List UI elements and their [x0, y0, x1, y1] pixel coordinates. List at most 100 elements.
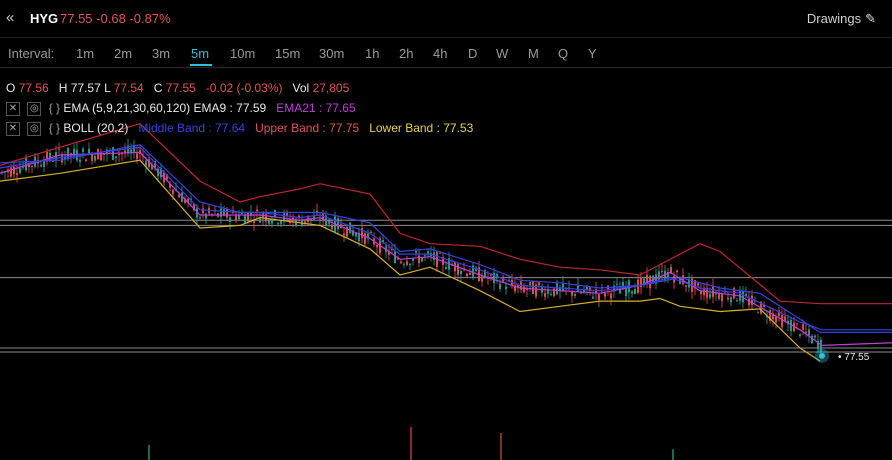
- candle-body: [16, 173, 18, 176]
- interval-q[interactable]: Q: [558, 46, 568, 61]
- candle-body: [562, 283, 564, 292]
- ema-legend: ✕ ◎ { } EMA (5,9,21,30,60,120) EMA9 : 77…: [6, 101, 356, 116]
- candle-body: [730, 297, 732, 303]
- active-interval-underline: [190, 64, 212, 66]
- interval-1m[interactable]: 1m: [76, 46, 94, 61]
- candle-body: [40, 165, 42, 167]
- candle-body: [598, 294, 600, 300]
- candle-body: [469, 272, 471, 275]
- candle-body: [685, 285, 687, 287]
- candle-body: [427, 251, 429, 254]
- interval-w[interactable]: W: [496, 46, 508, 61]
- candle-body: [85, 159, 87, 162]
- candle-body: [202, 208, 204, 214]
- interval-m[interactable]: M: [528, 46, 539, 61]
- symbol-label[interactable]: HYG: [30, 11, 58, 26]
- candle-body: [256, 209, 258, 212]
- candle-body: [145, 160, 147, 166]
- volume-value: 27,805: [312, 81, 350, 95]
- candle-body: [784, 316, 786, 321]
- candle-body: [319, 219, 321, 221]
- lower-band-line: [0, 159, 821, 362]
- interval-1h[interactable]: 1h: [365, 46, 379, 61]
- volume-bar: [500, 433, 502, 460]
- candle-body: [802, 324, 804, 330]
- candle-body: [523, 286, 525, 293]
- candle-body: [394, 251, 396, 264]
- braces-icon[interactable]: { }: [49, 121, 60, 135]
- candle-body: [796, 323, 798, 325]
- candle-body: [676, 270, 678, 272]
- candle-body: [457, 264, 459, 275]
- candle-body: [406, 261, 408, 265]
- candle-body: [721, 293, 723, 302]
- candle-body: [172, 189, 174, 195]
- interval-y[interactable]: Y: [588, 46, 597, 61]
- candle-body: [799, 334, 801, 336]
- interval-d[interactable]: D: [468, 46, 477, 61]
- candle-body: [661, 271, 663, 273]
- candle-body: [811, 335, 813, 344]
- interval-2m[interactable]: 2m: [114, 46, 132, 61]
- candle-body: [775, 316, 777, 323]
- candle-body: [331, 224, 333, 230]
- braces-icon[interactable]: { }: [49, 101, 60, 115]
- close-study-icon[interactable]: ✕: [6, 101, 20, 116]
- candle-body: [421, 257, 423, 262]
- ema-study-name: EMA (5,9,21,30,60,120): [63, 101, 191, 115]
- candle-body: [814, 335, 816, 338]
- candle-body: [82, 148, 84, 152]
- close-value: 77.55: [165, 81, 196, 95]
- candle-body: [532, 281, 534, 294]
- boll-study-name: BOLL (20,2): [63, 121, 129, 135]
- candle-body: [616, 283, 618, 285]
- interval-4h[interactable]: 4h: [433, 46, 447, 61]
- candle-body: [244, 215, 246, 223]
- interval-30m[interactable]: 30m: [319, 46, 344, 61]
- interval-5m[interactable]: 5m: [191, 46, 209, 61]
- interval-2h[interactable]: 2h: [399, 46, 413, 61]
- candle-body: [259, 217, 261, 223]
- candle-body: [529, 281, 531, 286]
- back-icon[interactable]: «: [6, 9, 14, 26]
- candle-body: [349, 222, 351, 234]
- candle-body: [235, 215, 237, 221]
- candle-body: [439, 252, 441, 254]
- settings-icon[interactable]: ◎: [27, 101, 42, 116]
- close-study-icon[interactable]: ✕: [6, 121, 20, 136]
- last-price-dot: [819, 352, 825, 359]
- drawings-button[interactable]: Drawings ✎: [807, 11, 876, 27]
- candle-body: [424, 254, 426, 256]
- lower-band-value: Lower Band : 77.53: [369, 121, 474, 135]
- low-value: 77.54: [113, 81, 144, 95]
- candle-body: [556, 283, 558, 295]
- top-bar: « HYG 77.55 -0.68 -0.87% Drawings ✎: [0, 0, 892, 38]
- interval-10m[interactable]: 10m: [230, 46, 255, 61]
- ema9-value: EMA9 : 77.59: [193, 101, 267, 115]
- price-summary: 77.55 -0.68 -0.87%: [60, 11, 171, 26]
- candle-body: [220, 208, 222, 217]
- candle-body: [199, 217, 201, 219]
- ohlc-legend: O 77.56 H 77.57 L 77.54 C 77.55 -0.02 (-…: [6, 81, 349, 95]
- candle-body: [229, 217, 231, 223]
- interval-label: Interval:: [8, 46, 55, 61]
- candle-body: [697, 283, 699, 286]
- open-label: O: [6, 81, 16, 95]
- price-change: -0.68: [96, 11, 126, 26]
- candle-body: [31, 165, 33, 167]
- volume-bar: [148, 445, 150, 460]
- volume-bar: [672, 449, 674, 460]
- drawings-label: Drawings: [806, 11, 862, 26]
- settings-icon[interactable]: ◎: [27, 121, 42, 136]
- pencil-icon: ✎: [865, 11, 876, 26]
- candle-body: [574, 293, 576, 296]
- middle-band-value: Middle Band : 77.64: [138, 121, 246, 135]
- interval-15m[interactable]: 15m: [275, 46, 300, 61]
- interval-3m[interactable]: 3m: [152, 46, 170, 61]
- candle-body: [274, 210, 276, 217]
- last-price: 77.55: [60, 11, 93, 26]
- volume-bar: [410, 427, 412, 460]
- candle-body: [727, 297, 729, 300]
- candle-body: [178, 194, 180, 198]
- candle-body: [703, 289, 705, 296]
